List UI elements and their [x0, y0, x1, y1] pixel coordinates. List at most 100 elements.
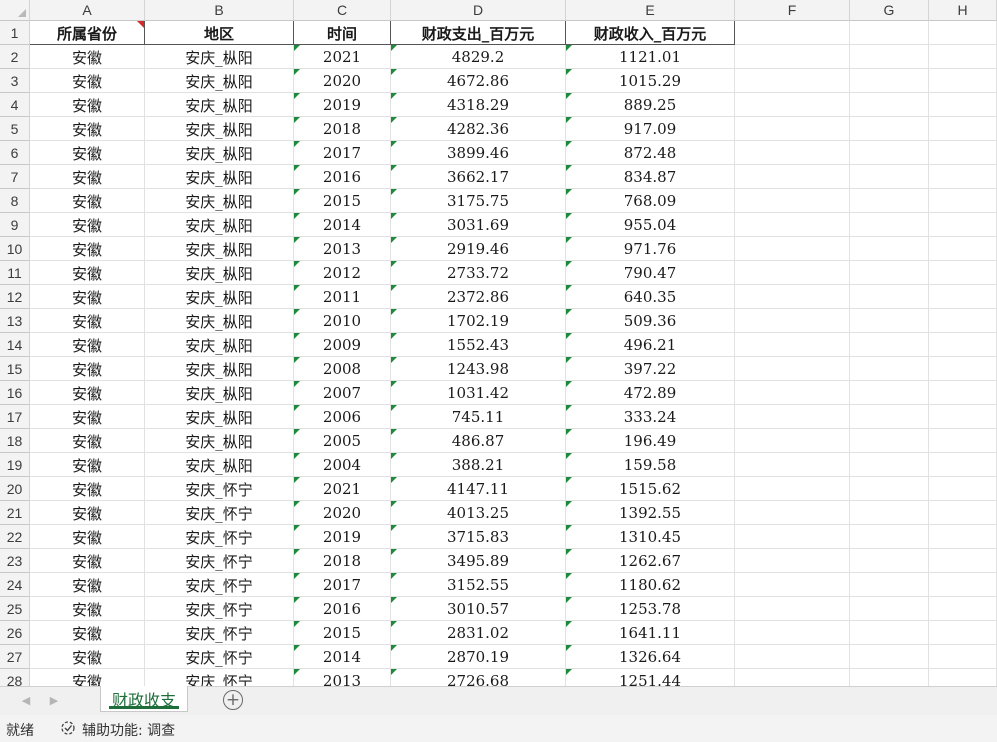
- empty-cell[interactable]: [850, 165, 929, 189]
- table-cell[interactable]: 2015: [294, 189, 391, 213]
- empty-cell[interactable]: [929, 213, 997, 237]
- column-header-d[interactable]: D: [391, 0, 566, 21]
- empty-cell[interactable]: [735, 117, 850, 141]
- empty-cell[interactable]: [929, 141, 997, 165]
- table-cell[interactable]: 安徽: [30, 237, 145, 261]
- table-cell[interactable]: 安庆_怀宁: [145, 621, 294, 645]
- table-cell[interactable]: 397.22: [566, 357, 735, 381]
- table-cell[interactable]: 333.24: [566, 405, 735, 429]
- table-cell[interactable]: 安徽: [30, 93, 145, 117]
- empty-cell[interactable]: [929, 333, 997, 357]
- table-cell[interactable]: 安庆_枞阳: [145, 333, 294, 357]
- table-cell[interactable]: 2008: [294, 357, 391, 381]
- row-header[interactable]: 20: [0, 477, 30, 501]
- table-cell[interactable]: 2016: [294, 597, 391, 621]
- table-cell[interactable]: 790.47: [566, 261, 735, 285]
- table-cell[interactable]: 安庆_枞阳: [145, 213, 294, 237]
- table-cell[interactable]: 889.25: [566, 93, 735, 117]
- row-header[interactable]: 6: [0, 141, 30, 165]
- table-cell[interactable]: 安徽: [30, 573, 145, 597]
- row-header[interactable]: 9: [0, 213, 30, 237]
- table-cell[interactable]: 4318.29: [391, 93, 566, 117]
- row-header[interactable]: 3: [0, 69, 30, 93]
- empty-cell[interactable]: [735, 189, 850, 213]
- column-header-g[interactable]: G: [850, 0, 929, 21]
- empty-cell[interactable]: [850, 141, 929, 165]
- empty-cell[interactable]: [850, 117, 929, 141]
- empty-cell[interactable]: [850, 237, 929, 261]
- row-header[interactable]: 22: [0, 525, 30, 549]
- table-cell[interactable]: 1552.43: [391, 333, 566, 357]
- table-cell[interactable]: 4672.86: [391, 69, 566, 93]
- row-header[interactable]: 14: [0, 333, 30, 357]
- table-cell[interactable]: 安庆_枞阳: [145, 237, 294, 261]
- table-cell[interactable]: 2018: [294, 117, 391, 141]
- empty-cell[interactable]: [735, 381, 850, 405]
- table-cell[interactable]: 745.11: [391, 405, 566, 429]
- table-cell[interactable]: 3010.57: [391, 597, 566, 621]
- spreadsheet-grid[interactable]: ABCDEFGH 1 2 3 4 5 6 7 8 9 10 11 12 13 14 15 16 17 18 19 20…: [0, 0, 997, 686]
- table-cell[interactable]: 509.36: [566, 309, 735, 333]
- table-cell[interactable]: 971.76: [566, 237, 735, 261]
- table-cell[interactable]: 2019: [294, 93, 391, 117]
- table-cell[interactable]: 2831.02: [391, 621, 566, 645]
- empty-cell[interactable]: [929, 405, 997, 429]
- table-cell[interactable]: 安庆_怀宁: [145, 669, 294, 686]
- table-cell[interactable]: 1243.98: [391, 357, 566, 381]
- table-cell[interactable]: 安庆_枞阳: [145, 357, 294, 381]
- table-cell[interactable]: 640.35: [566, 285, 735, 309]
- empty-cell[interactable]: [850, 597, 929, 621]
- table-cell[interactable]: 955.04: [566, 213, 735, 237]
- table-cell[interactable]: 安庆_枞阳: [145, 309, 294, 333]
- table-cell[interactable]: 2021: [294, 477, 391, 501]
- empty-cell[interactable]: [735, 237, 850, 261]
- table-cell[interactable]: 安徽: [30, 141, 145, 165]
- table-cell[interactable]: 2020: [294, 69, 391, 93]
- row-header[interactable]: 15: [0, 357, 30, 381]
- empty-cell[interactable]: [735, 405, 850, 429]
- table-cell[interactable]: 安庆_枞阳: [145, 45, 294, 69]
- empty-cell[interactable]: [850, 381, 929, 405]
- table-cell[interactable]: 安徽: [30, 117, 145, 141]
- table-cell[interactable]: 安庆_枞阳: [145, 453, 294, 477]
- table-cell[interactable]: 安徽: [30, 429, 145, 453]
- table-cell[interactable]: 安徽: [30, 501, 145, 525]
- header-cell[interactable]: 时间: [294, 21, 391, 45]
- empty-cell[interactable]: [850, 21, 929, 45]
- empty-cell[interactable]: [850, 405, 929, 429]
- table-cell[interactable]: 安庆_怀宁: [145, 501, 294, 525]
- table-cell[interactable]: 2012: [294, 261, 391, 285]
- table-cell[interactable]: 3899.46: [391, 141, 566, 165]
- table-cell[interactable]: 1641.11: [566, 621, 735, 645]
- empty-cell[interactable]: [929, 429, 997, 453]
- empty-cell[interactable]: [735, 477, 850, 501]
- empty-cell[interactable]: [735, 165, 850, 189]
- empty-cell[interactable]: [850, 501, 929, 525]
- empty-cell[interactable]: [735, 621, 850, 645]
- empty-cell[interactable]: [929, 621, 997, 645]
- empty-cell[interactable]: [929, 261, 997, 285]
- empty-cell[interactable]: [929, 525, 997, 549]
- table-cell[interactable]: 安徽: [30, 621, 145, 645]
- table-cell[interactable]: 安庆_怀宁: [145, 549, 294, 573]
- table-cell[interactable]: 1253.78: [566, 597, 735, 621]
- table-cell[interactable]: 安庆_枞阳: [145, 141, 294, 165]
- empty-cell[interactable]: [850, 333, 929, 357]
- empty-cell[interactable]: [735, 597, 850, 621]
- table-cell[interactable]: 1310.45: [566, 525, 735, 549]
- table-cell[interactable]: 安徽: [30, 525, 145, 549]
- table-cell[interactable]: 1251.44: [566, 669, 735, 686]
- table-cell[interactable]: 2009: [294, 333, 391, 357]
- table-cell[interactable]: 安徽: [30, 381, 145, 405]
- empty-cell[interactable]: [735, 93, 850, 117]
- empty-cell[interactable]: [850, 69, 929, 93]
- table-cell[interactable]: 1515.62: [566, 477, 735, 501]
- empty-cell[interactable]: [929, 501, 997, 525]
- table-cell[interactable]: 496.21: [566, 333, 735, 357]
- table-cell[interactable]: 1262.67: [566, 549, 735, 573]
- row-header[interactable]: 8: [0, 189, 30, 213]
- table-cell[interactable]: 安庆_枞阳: [145, 69, 294, 93]
- empty-cell[interactable]: [735, 549, 850, 573]
- sheet-tab[interactable]: 财政收支: [100, 686, 188, 712]
- table-cell[interactable]: 3715.83: [391, 525, 566, 549]
